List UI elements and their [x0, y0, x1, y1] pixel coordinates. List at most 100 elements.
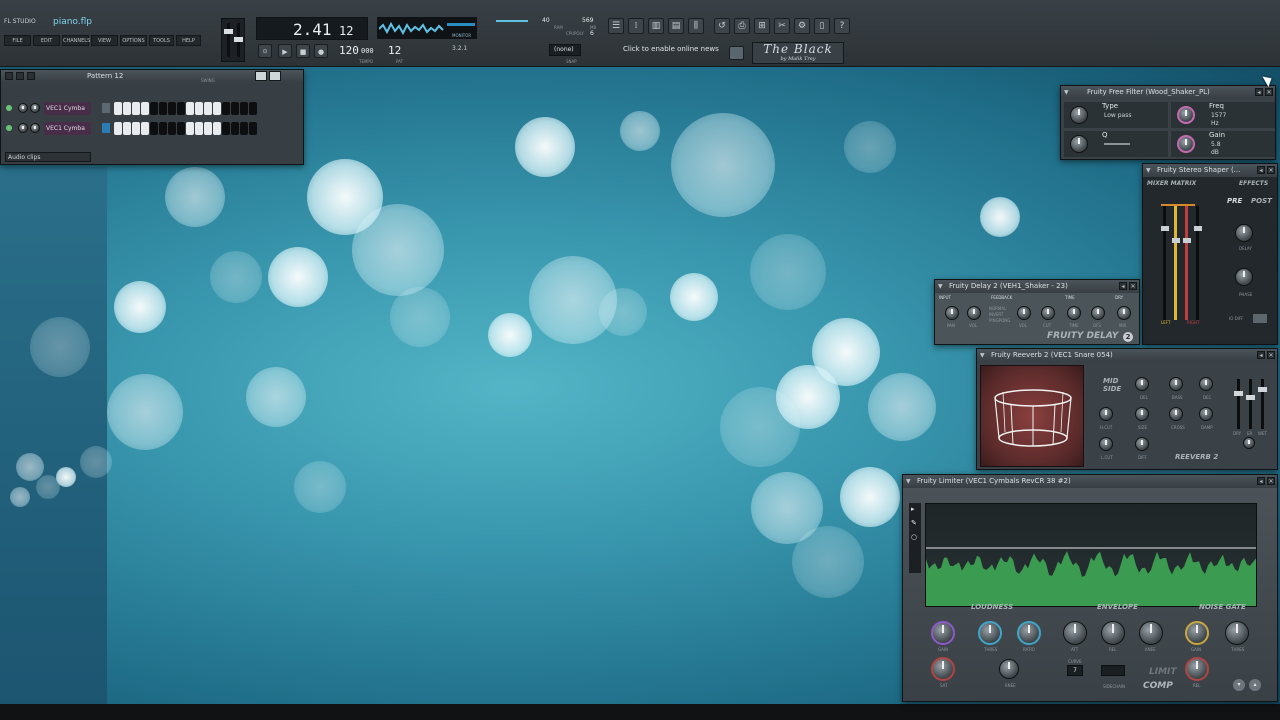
io-diff-selector[interactable] [1253, 314, 1267, 323]
filter-type-cell[interactable]: Type Low pass [1064, 102, 1168, 128]
feedback-vol-knob[interactable] [1017, 306, 1031, 320]
channel-vol-knob[interactable] [30, 103, 40, 113]
step-button[interactable] [132, 122, 140, 135]
offset-knob[interactable] [1091, 306, 1105, 320]
release-knob[interactable] [1101, 621, 1125, 645]
menu-tools[interactable]: TOOLS [149, 35, 174, 46]
close-icon[interactable]: ✕ [1265, 88, 1273, 96]
step-button[interactable] [168, 122, 176, 135]
channel-name-button[interactable]: VEC1 Cymba [44, 102, 91, 115]
limit-mode[interactable]: LIMIT [1149, 667, 1177, 677]
mid-side-mode[interactable]: MID SIDE [1103, 377, 1125, 393]
reeverb-faders[interactable] [1231, 377, 1275, 453]
input-vol-knob[interactable] [967, 306, 981, 320]
loudness-knee-knob[interactable] [999, 659, 1019, 679]
step-grid[interactable] [114, 122, 258, 137]
window-menu-arrow[interactable]: ▼ [906, 478, 913, 485]
close-icon[interactable]: ✕ [1267, 477, 1275, 485]
free-filter-titlebar[interactable]: ▼ Fruity Free Filter (Wood_Shaker_PL) ◂ ✕ [1061, 86, 1275, 99]
pattern-selector[interactable]: 12 PAT [384, 44, 410, 64]
filter-freq-knob[interactable] [1177, 106, 1195, 124]
snap-selector[interactable]: (none) [549, 44, 581, 56]
step-button[interactable] [195, 122, 203, 135]
step-button[interactable] [249, 122, 257, 135]
master-sliders[interactable] [221, 18, 245, 62]
step-button[interactable] [195, 102, 203, 115]
filter-type-knob[interactable] [1070, 106, 1088, 124]
detach-icon[interactable]: ◂ [1257, 166, 1265, 174]
pre-label[interactable]: PRE [1227, 197, 1242, 205]
gate-release-knob[interactable] [1185, 657, 1209, 681]
comp-mode[interactable]: COMP [1143, 681, 1173, 691]
step-button[interactable] [132, 102, 140, 115]
gate-threshold-knob[interactable] [1225, 621, 1249, 645]
piano-roll-button[interactable]: ▥ [648, 18, 664, 34]
envelope-knee-knob[interactable] [1139, 621, 1163, 645]
filter-gain-cell[interactable]: Gain 5.8 dB [1171, 131, 1275, 157]
step-button[interactable] [186, 122, 194, 135]
document-icon[interactable]: ▯ [814, 18, 830, 34]
save-icon[interactable]: ⎙ [734, 18, 750, 34]
mute-led[interactable] [6, 105, 12, 111]
cut-icon[interactable]: ✂ [774, 18, 790, 34]
step-button[interactable] [204, 102, 212, 115]
detach-icon[interactable]: ◂ [1257, 477, 1265, 485]
feedback-cut-knob[interactable] [1041, 306, 1055, 320]
close-icon[interactable]: ✕ [1267, 351, 1275, 359]
menu-help[interactable]: HELP [176, 35, 201, 46]
mixer-matrix-faders[interactable] [1155, 198, 1205, 328]
step-button[interactable] [150, 122, 158, 135]
threshold-knob[interactable] [978, 621, 1002, 645]
hcut-knob[interactable] [1099, 407, 1113, 421]
step-button[interactable] [231, 122, 239, 135]
undo-icon[interactable]: ↺ [714, 18, 730, 34]
menu-file[interactable]: FILE [4, 35, 31, 46]
keyboard-editor-icon[interactable] [269, 71, 281, 81]
step-button[interactable] [186, 102, 194, 115]
decay-knob[interactable] [1199, 377, 1213, 391]
limiter-titlebar[interactable]: ▼ Fruity Limiter (VEC1 Cymbals RevCR 38 … [903, 475, 1277, 488]
song-position-display[interactable]: 2.41 12 [256, 17, 368, 40]
tempo-display[interactable]: 120 000 TEMPO [337, 44, 377, 64]
settings-icon[interactable]: ⚙ [794, 18, 810, 34]
window-menu-arrow[interactable]: ▼ [1146, 167, 1153, 174]
cross-knob[interactable] [1169, 407, 1183, 421]
channel-select[interactable] [102, 103, 110, 113]
detach-icon[interactable]: ◂ [1255, 88, 1263, 96]
step-button[interactable] [123, 102, 131, 115]
detach-icon[interactable]: ◂ [1257, 351, 1265, 359]
playlist-button[interactable]: ☰ [608, 18, 624, 34]
mode-invert[interactable]: INVERT [989, 312, 1003, 317]
sidechain-selector[interactable] [1101, 665, 1125, 676]
predelay-knob[interactable] [1135, 377, 1149, 391]
menu-edit[interactable]: EDIT [33, 35, 60, 46]
window-menu-arrow[interactable]: ▼ [1064, 89, 1071, 96]
step-button[interactable] [159, 122, 167, 135]
dry-mix-knob[interactable] [1117, 306, 1131, 320]
record-button[interactable]: ● [314, 44, 328, 58]
saturation-knob[interactable] [931, 657, 955, 681]
filter-q-knob[interactable] [1070, 135, 1088, 153]
step-sequencer-button[interactable]: ⁞ [628, 18, 644, 34]
menu-options[interactable]: OPTIONS [120, 35, 147, 46]
diffusion-knob[interactable] [1135, 437, 1149, 451]
filter-q-cell[interactable]: Q [1064, 131, 1168, 157]
online-news-hint[interactable]: Click to enable online news [623, 45, 719, 53]
zoom-tool-icon[interactable]: ○ [911, 533, 917, 541]
mute-led[interactable] [6, 125, 12, 131]
step-button[interactable] [177, 102, 185, 115]
browser-button[interactable]: ▤ [668, 18, 684, 34]
close-icon[interactable]: ✕ [1129, 282, 1137, 290]
step-button[interactable] [114, 122, 122, 135]
step-button[interactable] [249, 102, 257, 115]
filter-freq-cell[interactable]: Freq 1577 Hz [1171, 102, 1275, 128]
menu-channels[interactable]: CHANNELS [62, 35, 90, 46]
play-button[interactable]: ▶ [278, 44, 292, 58]
window-menu-arrow[interactable]: ▼ [980, 352, 987, 359]
step-button[interactable] [213, 122, 221, 135]
step-sequencer-titlebar[interactable]: Pattern 12 SWING [1, 70, 303, 83]
step-button[interactable] [240, 102, 248, 115]
detach-icon[interactable]: ◂ [1119, 282, 1127, 290]
room-visualizer[interactable] [980, 365, 1084, 467]
step-button[interactable] [168, 102, 176, 115]
